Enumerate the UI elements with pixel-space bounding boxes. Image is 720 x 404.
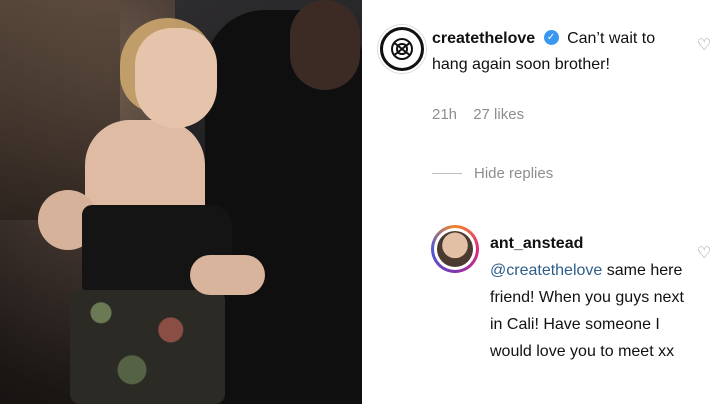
comments-panel: createthelove ✓ Can’t wait to hang again… [362, 0, 720, 404]
knot-logo-icon [383, 30, 421, 68]
ant-anstead-avatar[interactable] [431, 225, 479, 273]
reply-username[interactable]: ant_anstead [490, 230, 700, 257]
main-comment: createthelove ✓ Can’t wait to hang again… [432, 26, 692, 78]
comment-timestamp: 21h [432, 106, 458, 123]
comment-likes[interactable]: 27 likes [473, 106, 524, 123]
reply-comment: ant_anstead @createthelove same here fri… [490, 230, 700, 365]
man-head [290, 0, 360, 90]
woman-right-arm [190, 255, 265, 295]
hide-replies-label: Hide replies [474, 165, 554, 182]
comment-meta: 21h 27 likes [432, 106, 536, 123]
verified-badge-icon: ✓ [543, 30, 559, 46]
createthelove-avatar[interactable] [378, 25, 426, 73]
woman-skirt [70, 290, 225, 404]
woman-face [135, 28, 217, 128]
comment-username[interactable]: createthelove [432, 30, 535, 47]
like-heart-icon[interactable]: ♡ [697, 38, 713, 54]
avatar-image [437, 231, 473, 267]
hide-replies-button[interactable]: Hide replies [432, 165, 553, 182]
like-heart-icon[interactable]: ♡ [697, 246, 713, 262]
divider-line [432, 173, 462, 174]
mention-link[interactable]: @createthelove [490, 262, 602, 279]
post-photo [0, 0, 362, 404]
